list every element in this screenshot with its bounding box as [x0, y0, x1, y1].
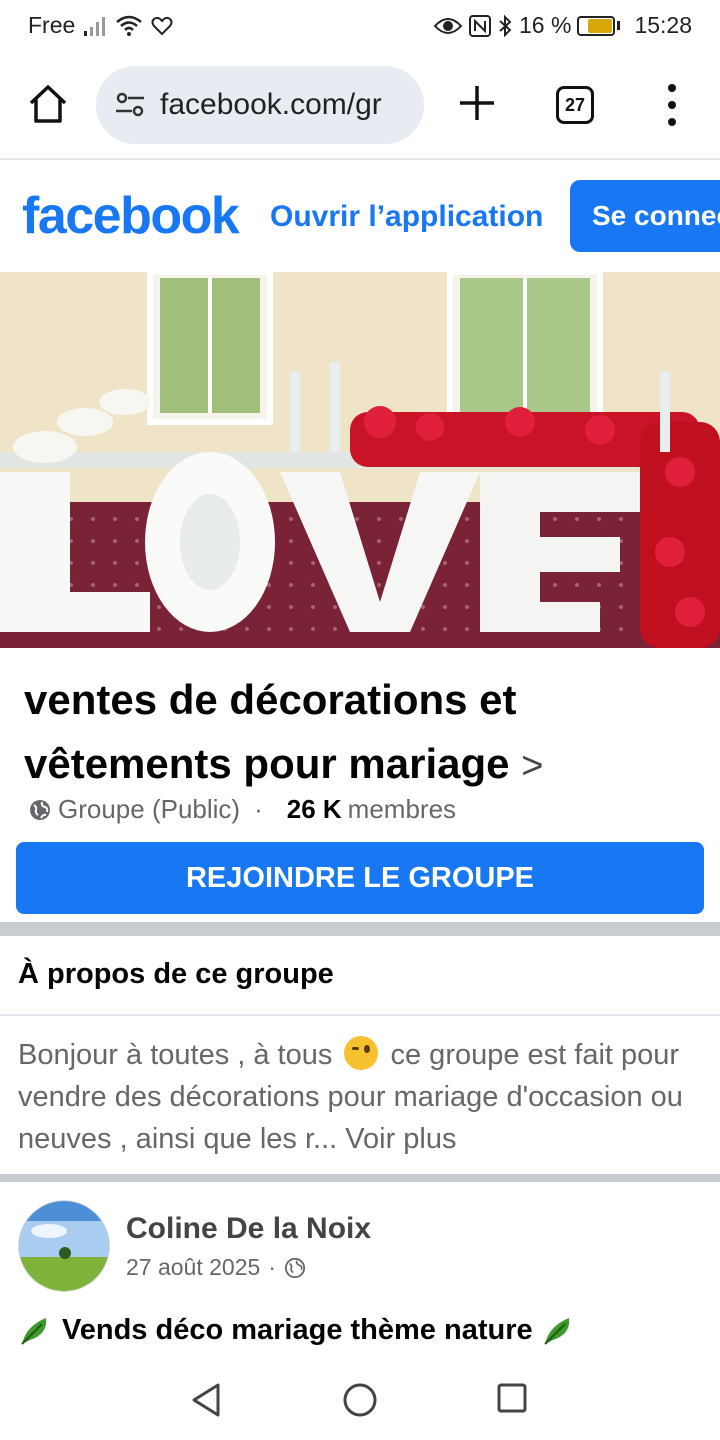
- bluetooth-icon: [499, 14, 512, 37]
- group-type: Groupe (Public): [58, 794, 241, 824]
- section-divider: [0, 922, 720, 936]
- post-date[interactable]: 27 août 2025: [126, 1254, 260, 1281]
- url-text[interactable]: facebook.com/gr: [160, 88, 382, 122]
- member-count: 26 K: [286, 794, 342, 824]
- wifi-icon: [116, 15, 143, 36]
- home-icon[interactable]: [26, 82, 70, 126]
- leaf-emoji-icon: [543, 1318, 569, 1345]
- about-text-start: Bonjour à toutes , à tous: [18, 1039, 333, 1071]
- site-settings-icon[interactable]: [114, 89, 146, 121]
- plus-icon[interactable]: [456, 82, 498, 124]
- section-divider: [0, 1174, 720, 1182]
- home-nav-icon[interactable]: [342, 1382, 378, 1418]
- group-title[interactable]: ventes de décorations et vêtements pour …: [24, 668, 704, 798]
- globe-icon: [284, 1257, 306, 1278]
- post-author[interactable]: Coline De la Noix: [126, 1212, 371, 1246]
- globe-icon: [30, 799, 50, 820]
- signal-icon: [84, 16, 106, 36]
- members-label: membres: [347, 794, 457, 824]
- battery-icon: [577, 15, 616, 36]
- group-cover-image: [0, 272, 720, 648]
- browser-toolbar: facebook.com/gr 27: [0, 52, 720, 160]
- group-title-text[interactable]: ventes de décorations et vêtements pour …: [24, 676, 517, 787]
- tabs-icon[interactable]: 27: [556, 86, 594, 124]
- chevron-right-icon[interactable]: >: [521, 745, 543, 787]
- login-button[interactable]: Se connecter: [570, 180, 720, 252]
- facebook-logo[interactable]: facebook: [22, 186, 240, 246]
- clock: 15:28: [634, 12, 692, 38]
- about-separator: [0, 1014, 720, 1016]
- leaf-emoji-icon: [21, 1318, 47, 1345]
- meta-separator: ·: [254, 794, 263, 824]
- status-bar: Free 16 % 15:28: [0, 0, 720, 52]
- address-bar[interactable]: facebook.com/gr: [96, 66, 424, 144]
- nfc-icon: [469, 14, 491, 37]
- post-title-text: Vends déco mariage thème nature: [62, 1313, 533, 1346]
- join-group-button[interactable]: REJOINDRE LE GROUPE: [16, 842, 704, 914]
- system-nav-bar: [0, 1360, 720, 1440]
- post-title: Vends déco mariage thème nature: [18, 1312, 577, 1348]
- avatar[interactable]: [18, 1200, 110, 1292]
- back-icon[interactable]: [190, 1382, 222, 1418]
- carrier-label: Free: [28, 12, 76, 38]
- facebook-header: facebook Ouvrir l’application Se connect…: [0, 162, 720, 272]
- heart-icon: [151, 16, 173, 35]
- group-meta: Groupe (Public) · 26 K membres: [28, 794, 456, 825]
- eye-icon: [433, 17, 463, 34]
- battery-percent: 16 %: [519, 12, 572, 38]
- see-more-link[interactable]: Voir plus: [345, 1123, 456, 1155]
- post-meta-separator: ·: [268, 1254, 276, 1280]
- more-vert-icon[interactable]: [660, 84, 684, 126]
- about-title: À propos de ce groupe: [18, 958, 334, 990]
- open-app-link[interactable]: Ouvrir l’application: [270, 200, 543, 234]
- wink-emoji-icon: [344, 1036, 379, 1070]
- post-meta: 27 août 2025 ·: [126, 1254, 306, 1281]
- recent-apps-icon[interactable]: [496, 1382, 528, 1414]
- about-description: Bonjour à toutes , à tous ce groupe est …: [18, 1034, 708, 1160]
